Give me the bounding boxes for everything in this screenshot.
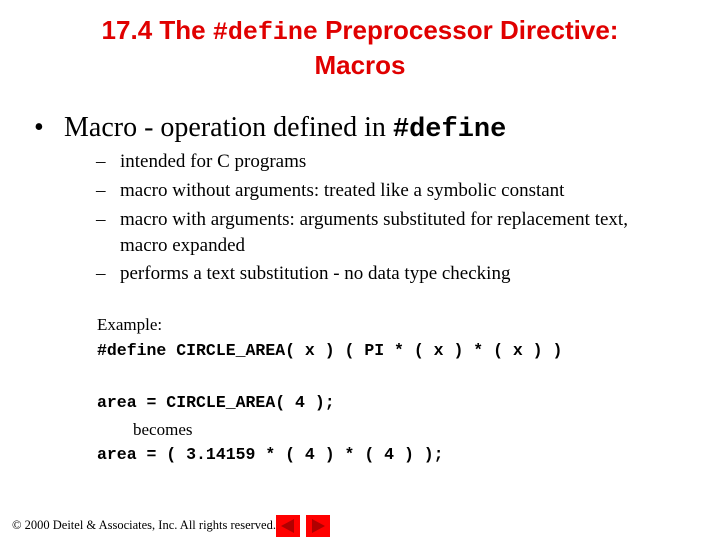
next-slide-button[interactable] [306,515,330,537]
slide-title: 17.4 The #define Preprocessor Directive:… [0,14,720,81]
becomes-label: becomes [133,420,193,439]
title-line-1: 17.4 The #define Preprocessor Directive: [0,14,720,49]
sub-bullet: – performs a text substitution - no data … [96,263,511,284]
call-code-line: area = CIRCLE_AREA( 4 ); [97,393,335,412]
sub-bullet: – macro without arguments: treated like a… [96,180,565,201]
title-suffix: Preprocessor Directive: [317,15,619,45]
triangle-left-icon [281,519,294,533]
define-code-line: #define CIRCLE_AREA( x ) ( PI * ( x ) * … [97,341,563,360]
main-bullet: • Macro - operation defined in #define [34,112,506,145]
sub-bullet: – intended for C programs [96,151,307,172]
triangle-right-icon [312,519,325,533]
example-label: Example: [97,315,163,334]
title-prefix: 17.4 The [101,15,213,45]
expanded-code-line: area = ( 3.14159 * ( 4 ) * ( 4 ) ); [97,445,444,464]
sub-bullet: – macro with arguments: arguments substit… [96,209,628,256]
bullet-dot: • [34,112,44,143]
bullet-code: #define [392,115,507,145]
bullet-text: Macro - operation defined in [64,112,393,143]
title-code: #define [212,18,318,47]
title-line-2: Macros [314,50,406,80]
previous-slide-button[interactable] [276,515,300,537]
copyright-footer: © 2000 Deitel & Associates, Inc. All rig… [12,518,276,532]
